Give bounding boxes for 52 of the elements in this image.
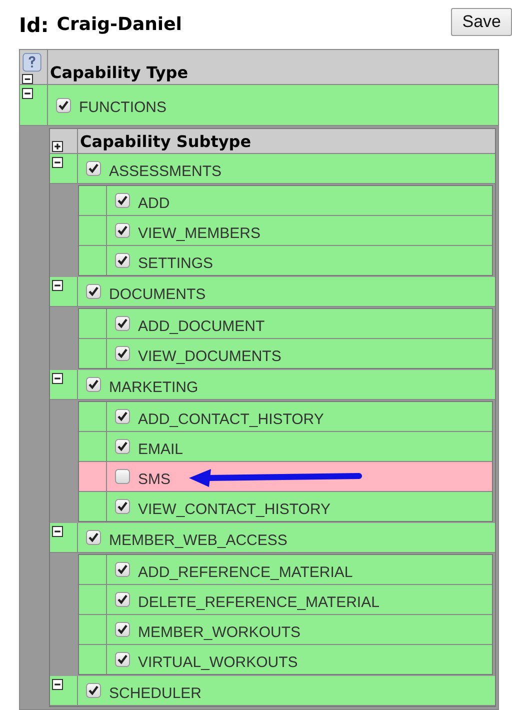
permission-label: SETTINGS	[138, 254, 214, 272]
collapse-toggle[interactable]	[52, 526, 63, 537]
checkbox[interactable]	[86, 530, 101, 545]
permission-label: ADD_CONTACT_HISTORY	[138, 410, 324, 428]
id-label: Id:	[19, 12, 49, 36]
checkbox[interactable]	[86, 377, 101, 392]
checkbox[interactable]	[115, 346, 130, 361]
checkbox[interactable]	[115, 409, 130, 424]
collapse-toggle[interactable]	[52, 679, 63, 690]
checkbox[interactable]	[115, 253, 130, 268]
subtype-label: SCHEDULER	[109, 684, 202, 702]
help-icon[interactable]	[22, 53, 42, 72]
permission-label: SMS	[138, 470, 171, 488]
checkbox[interactable]	[115, 622, 130, 637]
checkbox[interactable]	[115, 193, 130, 208]
expand-toggle[interactable]	[52, 141, 63, 152]
checkbox[interactable]	[115, 499, 130, 514]
collapse-toggle[interactable]	[52, 280, 63, 291]
collapse-toggle[interactable]	[22, 74, 33, 84]
permission-label: ADD_DOCUMENT	[138, 316, 265, 334]
checkbox[interactable]	[86, 161, 101, 176]
collapse-toggle[interactable]	[22, 88, 33, 99]
checkbox[interactable]	[56, 98, 71, 112]
subtype-label: ASSESSMENTS	[109, 162, 222, 180]
permission-label: EMAIL	[138, 440, 184, 458]
checkbox[interactable]	[86, 284, 101, 299]
checkbox[interactable]	[115, 223, 130, 238]
checkbox[interactable]	[115, 469, 130, 484]
checkbox[interactable]	[115, 439, 130, 454]
checkbox[interactable]	[115, 562, 130, 577]
subtype-label: MARKETING	[109, 378, 198, 396]
checkbox[interactable]	[115, 652, 130, 667]
permission-label: ADD_REFERENCE_MATERIAL	[138, 562, 353, 580]
permission-label: DELETE_REFERENCE_MATERIAL	[138, 592, 380, 610]
checkbox[interactable]	[115, 316, 130, 331]
permission-label: VIEW_MEMBERS	[138, 224, 261, 242]
permission-label: VIRTUAL_WORKOUTS	[138, 652, 298, 670]
collapse-toggle[interactable]	[52, 157, 63, 168]
checkbox[interactable]	[86, 683, 101, 698]
subtype-label: MEMBER_WEB_ACCESS	[109, 530, 288, 548]
save-button[interactable]: Save	[451, 8, 512, 36]
id-value: Craig-Daniel	[56, 14, 182, 35]
capability-label: FUNCTIONS	[79, 98, 166, 116]
permission-label: ADD	[138, 194, 170, 212]
permission-label: VIEW_DOCUMENTS	[138, 346, 282, 364]
column-header: Capability Subtype	[79, 132, 252, 153]
collapse-toggle[interactable]	[52, 373, 63, 384]
permission-label: VIEW_CONTACT_HISTORY	[138, 500, 331, 518]
column-header: Capability Type	[49, 63, 188, 84]
subtype-label: DOCUMENTS	[109, 284, 206, 302]
checkbox[interactable]	[115, 592, 130, 607]
permission-label: MEMBER_WORKOUTS	[138, 622, 301, 640]
